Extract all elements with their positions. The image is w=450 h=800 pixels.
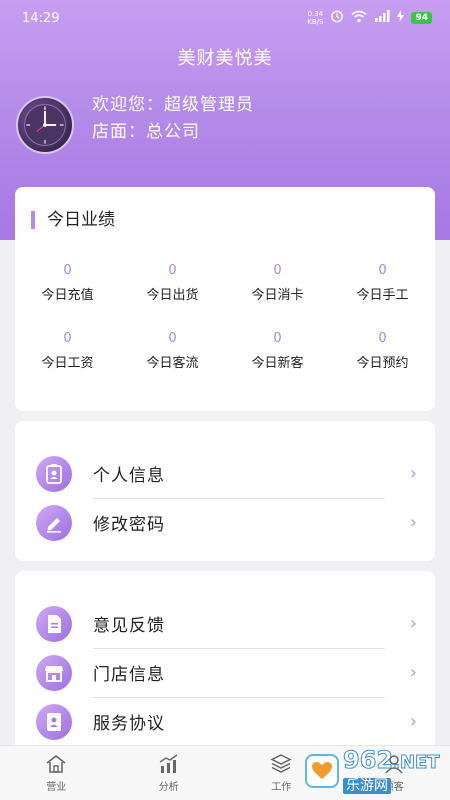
- store-text: 店面：总公司: [92, 122, 200, 142]
- info-menu-card: 意见反馈 › 门店信息 › 服务协议 ›: [15, 571, 435, 751]
- tab-analysis[interactable]: 分析: [113, 746, 226, 800]
- menu-item-change-password[interactable]: 修改密码 ›: [15, 498, 435, 547]
- stat-value: 0: [63, 263, 72, 278]
- stat-label: 今日手工: [356, 288, 409, 303]
- alarm-icon: [330, 9, 344, 27]
- menu-label: 修改密码: [93, 515, 165, 535]
- stat-wages[interactable]: 0 今日工资: [15, 331, 120, 371]
- menu-item-personal-info[interactable]: 个人信息 ›: [15, 449, 435, 498]
- contact-card-icon: [36, 703, 72, 740]
- menu-item-store-info[interactable]: 门店信息 ›: [15, 648, 435, 697]
- tab-business[interactable]: 营业: [0, 746, 113, 800]
- storefront-icon: [36, 654, 72, 691]
- stat-value: 0: [168, 263, 177, 278]
- menu-label: 意见反馈: [93, 616, 165, 636]
- stat-label: 今日新客: [251, 356, 304, 371]
- signal-icon: [374, 10, 390, 26]
- layers-icon: [270, 753, 292, 774]
- pencil-icon: [36, 504, 72, 541]
- chevron-right-icon: ›: [409, 662, 417, 683]
- menu-item-feedback[interactable]: 意见反馈 ›: [15, 599, 435, 648]
- wifi-icon: [351, 10, 367, 27]
- status-icons: 0.34 KB/S 94: [307, 9, 432, 27]
- app-title: 美财美悦美: [177, 48, 273, 69]
- stat-label: 今日工资: [41, 356, 94, 371]
- stat-label: 今日预约: [356, 356, 409, 371]
- stat-label: 今日充值: [41, 288, 94, 303]
- menu-label: 个人信息: [93, 466, 165, 486]
- id-card-icon: [36, 455, 72, 492]
- stat-label: 今日消卡: [251, 288, 304, 303]
- performance-title: 今日业绩: [31, 211, 115, 229]
- battery-indicator: 94: [411, 12, 432, 24]
- watermark-logo: 962 .NET 乐游网: [305, 748, 445, 794]
- chevron-right-icon: ›: [409, 711, 417, 732]
- tab-label: 工作: [271, 781, 292, 793]
- stat-value: 0: [378, 331, 387, 346]
- user-info: 欢迎您：超级管理员 店面：总公司: [92, 92, 254, 146]
- stat-value: 0: [63, 331, 72, 346]
- clock-icon: [24, 104, 66, 146]
- menu-label: 服务协议: [93, 714, 165, 734]
- stat-appointments[interactable]: 0 今日预约: [330, 331, 435, 371]
- welcome-text: 欢迎您：超级管理员: [92, 95, 254, 115]
- stat-manual[interactable]: 0 今日手工: [330, 263, 435, 303]
- performance-stats: 0 今日充值 0 今日出货 0 今日消卡 0 今日手工 0 今日工资 0 今日客…: [15, 263, 435, 371]
- account-menu-card: 个人信息 › 修改密码 ›: [15, 421, 435, 561]
- charging-icon: [397, 10, 405, 26]
- status-time: 14:29: [22, 10, 60, 26]
- stat-value: 0: [168, 331, 177, 346]
- watermark-suffix: .NET: [393, 752, 440, 774]
- status-bar: 14:29 0.34 KB/S 94: [0, 0, 450, 36]
- stat-label: 今日出货: [146, 288, 199, 303]
- stat-recharge[interactable]: 0 今日充值: [15, 263, 120, 303]
- avatar[interactable]: [16, 96, 74, 154]
- tab-label: 分析: [158, 781, 179, 793]
- stat-value: 0: [273, 263, 282, 278]
- menu-item-service-agreement[interactable]: 服务协议 ›: [15, 697, 435, 746]
- stat-value: 0: [378, 263, 387, 278]
- stat-card-consumption[interactable]: 0 今日消卡: [225, 263, 330, 303]
- chevron-right-icon: ›: [409, 512, 417, 533]
- stat-value: 0: [273, 331, 282, 346]
- chart-icon: [158, 753, 180, 774]
- performance-card: 今日业绩 0 今日充值 0 今日出货 0 今日消卡 0 今日手工 0 今日工资 …: [15, 187, 435, 411]
- watermark-heart-icon: [305, 754, 339, 788]
- home-icon: [45, 754, 67, 774]
- watermark-sub: 乐游网: [343, 778, 391, 794]
- chevron-right-icon: ›: [409, 463, 417, 484]
- watermark-main: 962: [342, 746, 394, 774]
- net-speed: 0.34 KB/S: [307, 10, 324, 26]
- tab-label: 营业: [46, 781, 67, 793]
- stat-customer-flow[interactable]: 0 今日客流: [120, 331, 225, 371]
- document-icon: [36, 605, 72, 642]
- stat-new-customers[interactable]: 0 今日新客: [225, 331, 330, 371]
- stat-label: 今日客流: [146, 356, 199, 371]
- chevron-right-icon: ›: [409, 613, 417, 634]
- menu-label: 门店信息: [93, 665, 165, 685]
- stat-shipment[interactable]: 0 今日出货: [120, 263, 225, 303]
